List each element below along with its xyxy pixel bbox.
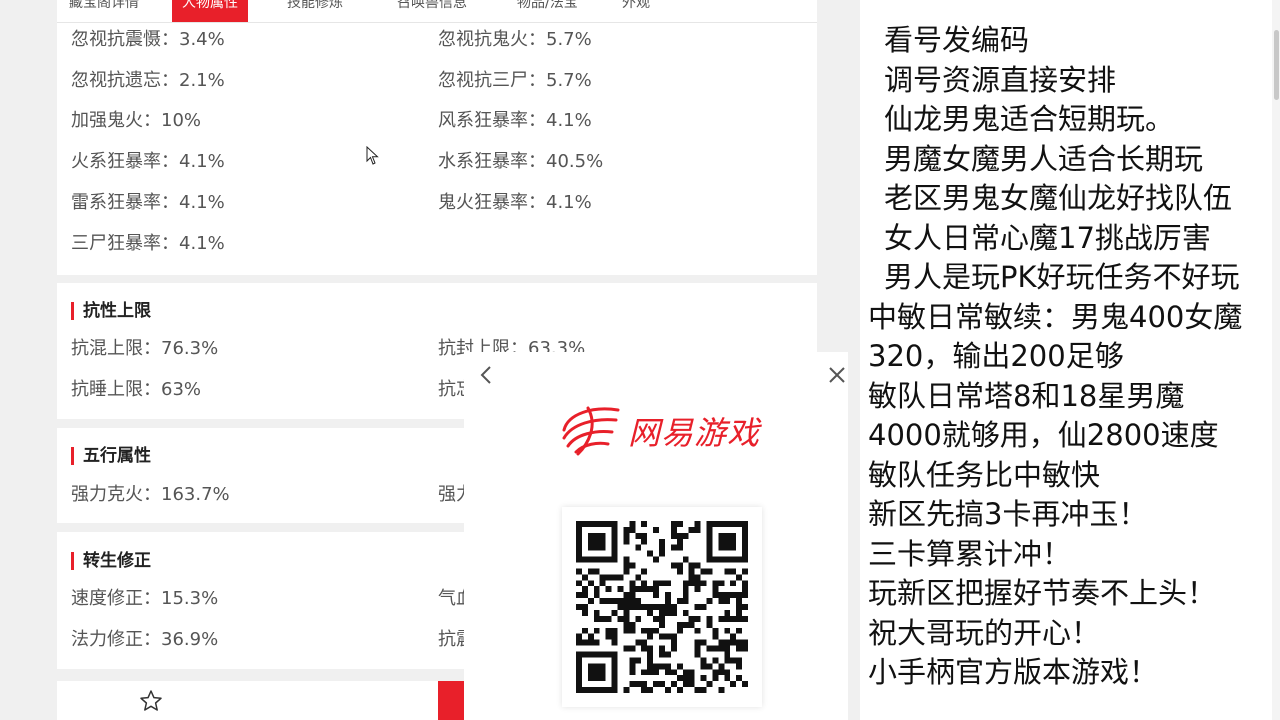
attr-item: 抗睡上限：63%: [71, 379, 202, 400]
attr-item: 忽视抗遗忘：2.1%: [71, 70, 225, 91]
attr-item: 抗混上限：76.3%: [71, 338, 219, 359]
tab-summons[interactable]: 召唤兽信息: [397, 0, 467, 22]
notes-panel: 看号发编码 调号资源直接安排 仙龙男鬼适合短期玩。 男魔女魔男人适合长期玩 老区…: [860, 0, 1280, 720]
note-line: 调号资源直接安排: [884, 63, 1117, 97]
note-line: 玩新区把握好节奏不上头！: [868, 576, 1217, 610]
note-line: 中敏日常敏续：男鬼400女魔: [868, 300, 1243, 334]
note-line: 男人是玩PK好玩任务不好玩: [884, 260, 1240, 294]
chevron-left-icon[interactable]: [476, 364, 496, 386]
note-line: 女人日常心魔17挑战厉害: [884, 221, 1211, 255]
note-line: 男魔女魔男人适合长期玩: [884, 142, 1204, 176]
note-line: 仙龙男鬼适合短期玩。: [884, 102, 1175, 136]
brand-name: 网易游戏: [628, 414, 761, 452]
attr-item: 强力克火：163.7%: [71, 484, 230, 505]
attr-item: 忽视抗震慑：3.4%: [71, 29, 225, 50]
rage-attributes-card: 忽视抗震慑：3.4% 忽视抗鬼火：5.7% 忽视抗遗忘：2.1% 忽视抗三尸：5…: [57, 23, 817, 275]
attr-item: 鬼火狂暴率：4.1%: [438, 192, 592, 213]
attr-item: 速度修正：15.3%: [71, 588, 219, 609]
tab-cbg-detail[interactable]: 藏宝阁详情: [69, 0, 139, 22]
login-qr-dialog: 网易游戏: [464, 352, 848, 720]
tab-role-attributes[interactable]: 人物属性: [172, 0, 248, 22]
tab-bar: 藏宝阁详情 人物属性 技能修炼 召唤兽信息 物品/法宝 外观: [57, 0, 817, 23]
attr-item: 法力修正：36.9%: [71, 629, 219, 650]
tab-skills[interactable]: 技能修炼: [287, 0, 343, 22]
close-icon[interactable]: [826, 364, 848, 386]
card-title: 抗性上限: [71, 302, 151, 320]
note-line: 三卡算累计冲！: [868, 537, 1072, 571]
tab-items[interactable]: 物品/法宝: [517, 0, 578, 22]
attr-item: 忽视抗三尸：5.7%: [438, 70, 592, 91]
attr-item: 水系狂暴率：40.5%: [438, 151, 604, 172]
attr-item: 忽视抗鬼火：5.7%: [438, 29, 592, 50]
note-line: 老区男鬼女魔仙龙好找队伍: [884, 181, 1233, 215]
attr-item: 加强鬼火：10%: [71, 110, 202, 131]
note-line: 新区先搞3卡再冲玉！: [868, 497, 1148, 531]
attr-item: 三尸狂暴率：4.1%: [71, 233, 225, 254]
note-line: 祝大哥玩的开心！: [868, 616, 1101, 650]
attr-item: 雷系狂暴率：4.1%: [71, 192, 225, 213]
scrollbar-track[interactable]: [1272, 0, 1280, 720]
note-line: 320，输出200足够: [868, 339, 1124, 373]
note-line: 看号发编码: [884, 23, 1030, 57]
scrollbar-thumb[interactable]: [1274, 30, 1279, 100]
note-line: 敏队日常塔8和18星男魔: [868, 379, 1185, 413]
tab-appearance[interactable]: 外观: [622, 0, 650, 22]
buy-button[interactable]: [438, 681, 464, 720]
note-line: 小手柄官方版本游戏！: [868, 655, 1159, 689]
card-title: 转生修正: [71, 552, 151, 570]
note-line: 敏队任务比中敏快: [868, 458, 1101, 492]
note-line: 4000就够用，仙2800速度: [868, 418, 1219, 452]
attr-item: 风系狂暴率：4.1%: [438, 110, 592, 131]
cursor-icon: [366, 146, 379, 165]
attr-item: 火系狂暴率：4.1%: [71, 151, 225, 172]
qr-code: [576, 521, 748, 693]
star-icon[interactable]: [139, 689, 163, 713]
card-title: 五行属性: [71, 447, 151, 465]
qr-code-frame: [562, 507, 762, 707]
